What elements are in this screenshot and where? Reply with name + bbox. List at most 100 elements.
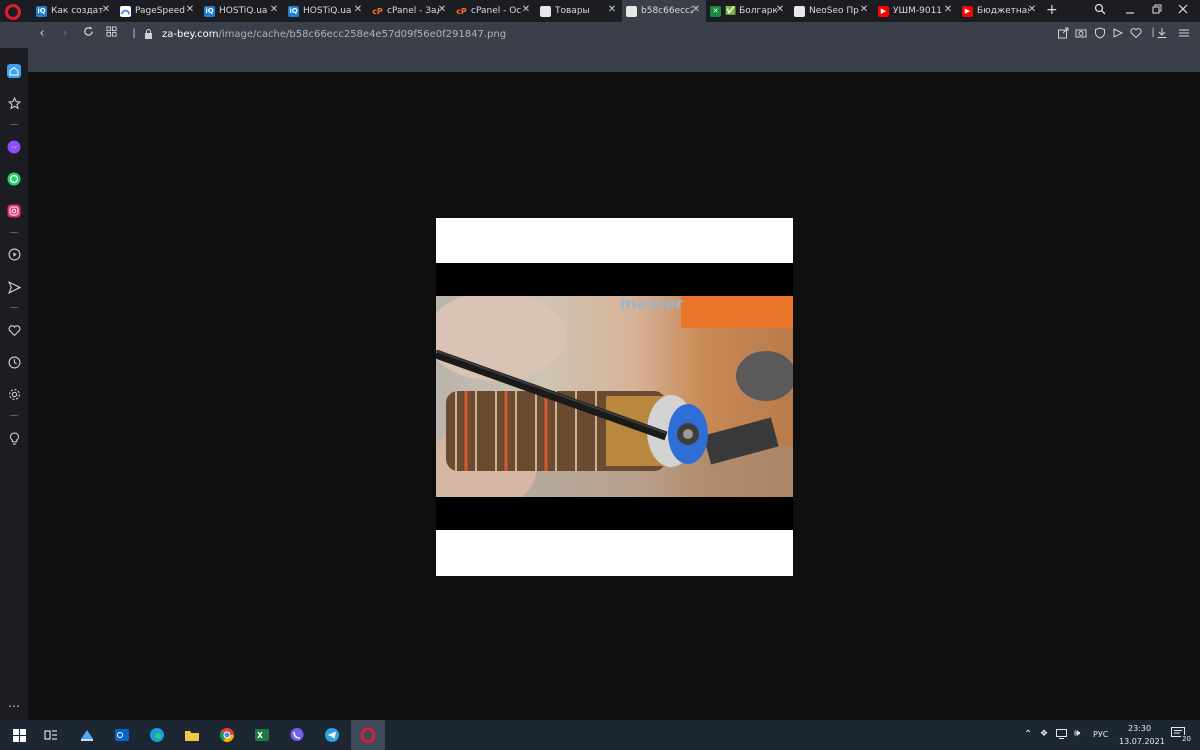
tab-bar: iQ Как создать ✕ PageSpeed I ✕ iQ HOSTiQ… — [0, 0, 1200, 22]
image-icon — [626, 5, 637, 17]
close-icon[interactable]: ✕ — [184, 4, 196, 15]
volume-icon[interactable]: 🕪 — [1074, 728, 1080, 739]
hostiq-icon: iQ — [288, 5, 299, 17]
viber-icon[interactable] — [286, 724, 308, 746]
language-indicator[interactable]: РУС — [1093, 730, 1108, 739]
tab[interactable]: ✕ ✅ Болгарк ✕ — [706, 0, 790, 22]
back-icon[interactable]: ‹ — [34, 26, 50, 41]
close-icon[interactable]: ✕ — [520, 4, 532, 15]
tab-label: cPanel - Зад — [387, 6, 439, 16]
new-tab-button[interactable]: + — [1046, 2, 1058, 18]
tab[interactable]: iQ HOSTiQ.ua ✕ — [200, 0, 284, 22]
windows-taskbar: ⌃ ❖ 🕪 РУС 23:30 13.07.2021 20 — [0, 720, 1200, 750]
tab[interactable]: NeoSeo Пр ✕ — [790, 0, 874, 22]
tab-label: Товары — [555, 6, 590, 16]
opera-menu-icon[interactable] — [5, 4, 21, 20]
tab-label: УШМ-9011 — [893, 6, 943, 16]
separator — [10, 124, 18, 125]
heart-icon[interactable] — [7, 323, 21, 337]
edge-icon[interactable] — [146, 724, 168, 746]
separator — [10, 415, 18, 416]
tab-label: HOSTiQ.ua — [303, 6, 352, 16]
send-icon[interactable] — [1111, 27, 1125, 41]
image-watermark: master — [620, 296, 684, 313]
close-icon[interactable]: ✕ — [774, 4, 786, 15]
tab[interactable]: ▶ Бюджетная ✕ — [958, 0, 1042, 22]
tab-label: NeoSeo Пр — [809, 6, 859, 16]
close-icon[interactable]: ✕ — [606, 4, 618, 15]
easy-setup-icon[interactable] — [1177, 27, 1191, 41]
lock-icon[interactable] — [140, 28, 156, 43]
reload-icon[interactable] — [80, 26, 96, 41]
history-icon[interactable] — [7, 355, 21, 369]
tab[interactable]: PageSpeed I ✕ — [116, 0, 200, 22]
youtube-icon: ▶ — [962, 5, 973, 17]
lightbulb-icon[interactable] — [7, 431, 21, 445]
youtube-icon: ▶ — [878, 5, 889, 17]
close-icon[interactable]: ✕ — [942, 4, 954, 15]
minimize-icon[interactable] — [1120, 3, 1140, 18]
opera-browser-window: iQ Как создать ✕ PageSpeed I ✕ iQ HOSTiQ… — [0, 0, 1200, 750]
heart-icon[interactable] — [1129, 27, 1143, 41]
instagram-icon[interactable] — [7, 204, 21, 218]
app-icon[interactable] — [76, 724, 98, 746]
tab-label: Бюджетная — [977, 6, 1029, 16]
close-icon[interactable]: ✕ — [268, 4, 280, 15]
close-icon[interactable]: ✕ — [100, 4, 112, 15]
close-window-icon[interactable] — [1173, 3, 1193, 18]
telegram-icon[interactable] — [321, 724, 343, 746]
opera-taskbar-icon[interactable] — [351, 720, 385, 750]
close-icon[interactable]: ✕ — [1026, 4, 1038, 15]
clock-time[interactable]: 23:30 — [1128, 724, 1151, 733]
snapshot-icon[interactable] — [1074, 27, 1088, 41]
more-icon[interactable]: ⋯ — [7, 699, 21, 713]
dropbox-icon[interactable]: ❖ — [1040, 729, 1048, 739]
whatsapp-icon[interactable] — [7, 172, 21, 186]
url-field[interactable]: za-bey.com/image/cache/b58c66ecc258e4e57… — [162, 29, 506, 40]
tab[interactable]: Товары ✕ — [536, 0, 622, 22]
adblock-shield-icon[interactable] — [1093, 27, 1107, 41]
cpanel-icon: cP — [456, 6, 467, 16]
tab[interactable]: iQ HOSTiQ.ua ✕ — [284, 0, 368, 22]
outlook-icon[interactable] — [111, 724, 133, 746]
windows-start-icon[interactable] — [8, 724, 30, 746]
tab-label: cPanel - Ос — [471, 6, 522, 16]
tab-grid-icon[interactable] — [103, 26, 119, 41]
bookmarks-bar — [28, 48, 1200, 72]
image-white-band-bottom — [436, 530, 793, 576]
photo-armature-bearing: master — [436, 296, 793, 497]
settings-gear-icon[interactable] — [7, 387, 21, 401]
close-icon[interactable]: ✕ — [690, 4, 702, 15]
close-icon[interactable]: ✕ — [858, 4, 870, 15]
chevron-up-icon[interactable]: ⌃ — [1024, 729, 1032, 740]
restore-icon[interactable] — [1147, 3, 1167, 18]
tab-active[interactable]: b58c66ecc2 ✕ — [622, 0, 706, 22]
tab[interactable]: iQ Как создать ✕ — [32, 0, 116, 22]
messenger-icon[interactable] — [7, 140, 21, 154]
displayed-image[interactable]: master — [436, 218, 793, 576]
player-icon[interactable] — [7, 247, 21, 261]
home-icon[interactable] — [7, 64, 21, 78]
tab-label: b58c66ecc2 — [641, 6, 693, 16]
speed-dial-icon[interactable] — [7, 96, 21, 110]
send-icon[interactable] — [7, 280, 21, 294]
close-icon[interactable]: ✕ — [436, 4, 448, 15]
chrome-icon[interactable] — [216, 724, 238, 746]
task-view-icon[interactable] — [40, 724, 62, 746]
close-icon[interactable]: ✕ — [352, 4, 364, 15]
forward-icon[interactable]: › — [57, 26, 73, 41]
separator — [10, 232, 18, 233]
tab[interactable]: cP cPanel - Ос ✕ — [452, 0, 536, 22]
system-tray: ⌃ ❖ 🕪 РУС 23:30 13.07.2021 20 — [1018, 720, 1200, 750]
share-icon[interactable] — [1056, 27, 1070, 41]
search-tabs-icon[interactable] — [1090, 3, 1110, 18]
tab[interactable]: ▶ УШМ-9011 ✕ — [874, 0, 958, 22]
tab[interactable]: cP cPanel - Зад ✕ — [368, 0, 452, 22]
excel-icon[interactable] — [251, 724, 273, 746]
clock-date[interactable]: 13.07.2021 — [1119, 737, 1165, 746]
network-icon[interactable] — [1056, 729, 1067, 741]
file-explorer-icon[interactable] — [181, 724, 203, 746]
pagespeed-icon — [120, 5, 131, 17]
download-icon[interactable] — [1155, 27, 1169, 41]
page-icon — [540, 5, 551, 17]
